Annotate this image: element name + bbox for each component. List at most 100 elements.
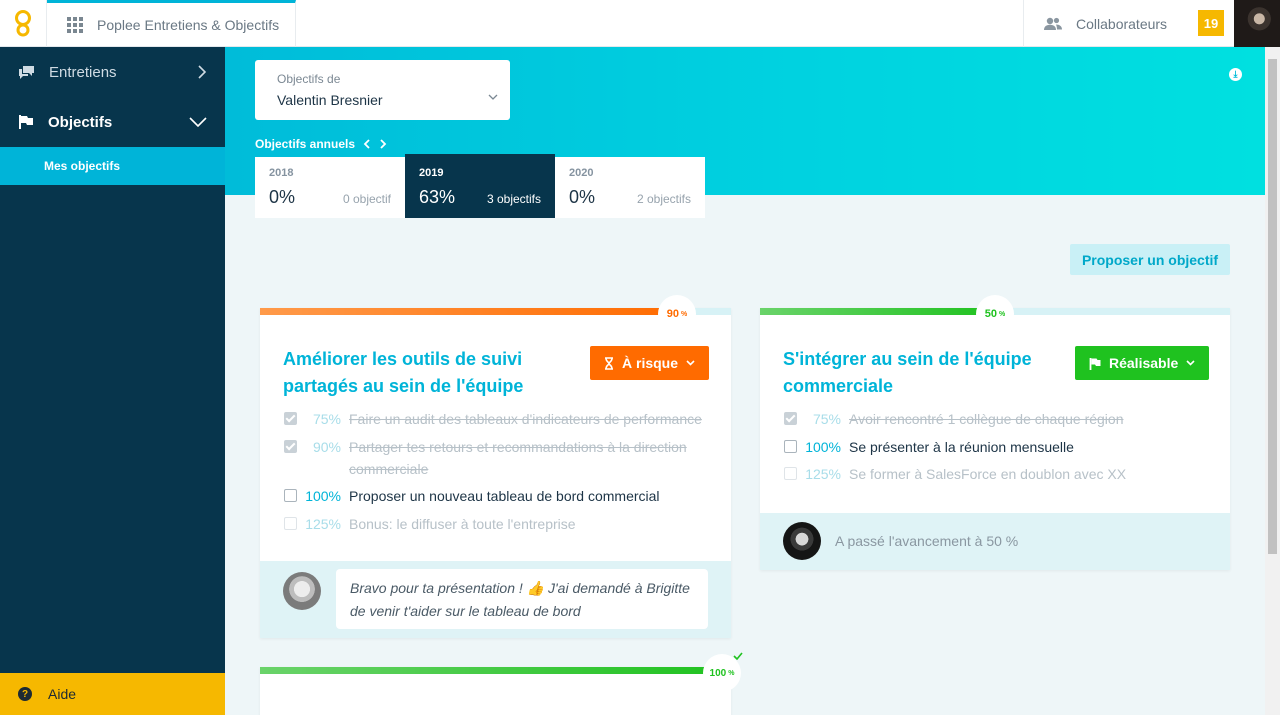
key-result-text: Se former à SalesForce en doublon avec X…: [849, 466, 1127, 482]
progress-value: 50: [984, 308, 997, 320]
progress-value: 100: [709, 667, 727, 679]
chevron-down-icon: [189, 117, 207, 127]
sidebar-item-label: Entretiens: [49, 63, 117, 81]
user-avatar[interactable]: [1234, 0, 1280, 47]
key-result-target: 125%: [305, 516, 341, 532]
key-result-target: 125%: [805, 466, 841, 482]
scrollbar-thumb[interactable]: [1268, 59, 1277, 554]
year-percentage: 0%: [269, 187, 296, 207]
activity-section: A passé l'avancement à 50 %: [760, 513, 1230, 570]
sidebar: Entretiens Objectifs Mes objectifs ? Aid…: [0, 47, 225, 715]
check-icon: [733, 652, 743, 660]
year-percentage: 0%: [569, 187, 596, 207]
status-label: Réalisable: [1109, 355, 1179, 371]
actor-avatar: [783, 522, 821, 560]
key-result-text: Partager tes retours et recommandations …: [349, 436, 687, 480]
title-line: Améliorer les outils de suivi: [283, 349, 523, 369]
sidebar-item-label: Objectifs: [48, 113, 113, 131]
title-line: S'intégrer au sein de l'équipe: [783, 349, 1032, 369]
key-result-checkbox[interactable]: [284, 517, 297, 530]
chevron-right-icon: [198, 65, 207, 79]
key-result-checkbox[interactable]: [784, 412, 797, 425]
chevron-down-icon: [686, 360, 695, 366]
progress-value: 90: [666, 308, 679, 320]
apps-grid-icon: [67, 17, 83, 33]
year-tab-2018[interactable]: 2018 0% 0 objectif: [255, 157, 405, 218]
comment-text: de venir t'aider sur le tableau de bord: [350, 603, 581, 619]
year-label: 2019: [419, 167, 444, 179]
poplee-logo[interactable]: [0, 0, 47, 47]
year-count: 3 objectifs: [486, 192, 541, 206]
collaborators-link[interactable]: Collaborateurs: [1023, 0, 1197, 47]
scrollbar[interactable]: [1265, 47, 1280, 715]
chevron-right-icon[interactable]: [379, 139, 387, 149]
key-result-target: 75%: [812, 411, 841, 427]
year-label: 2018: [269, 167, 294, 179]
commenter-avatar: [283, 572, 321, 610]
collaborators-label: Collaborateurs: [1076, 15, 1168, 32]
help-icon: ?: [18, 687, 32, 701]
key-result-checkbox[interactable]: [284, 412, 297, 425]
hourglass-icon: [605, 356, 613, 370]
top-bar: Poplee Entretiens & Objectifs Collaborat…: [0, 0, 1280, 47]
objective-title[interactable]: Améliorer les outils de suivi partagés a…: [283, 346, 573, 400]
year-selector: 2018 0% 0 objectif 2019 63% 3 objectifs …: [255, 154, 705, 218]
activity-text: A passé l'avancement à 50 %: [835, 533, 1019, 549]
key-result: 75% Faire un audit des tableaux d'indica…: [284, 408, 711, 430]
users-icon: [1044, 17, 1062, 30]
comment-section: Bravo pour ta présentation ! 👍 J'ai dema…: [260, 561, 731, 638]
title-line: commerciale: [783, 376, 894, 396]
key-result-text-line: Partager tes retours et recommandations …: [349, 439, 687, 455]
chevron-left-icon[interactable]: [363, 139, 371, 149]
key-result-checkbox[interactable]: [284, 440, 297, 453]
key-result-checkbox[interactable]: [284, 489, 297, 502]
progress-percentage: 90%: [658, 295, 696, 333]
progress-percentage: 50%: [976, 295, 1014, 333]
objective-card[interactable]: 100%: [260, 654, 741, 715]
owner-select[interactable]: Objectifs de Valentin Bresnier: [255, 60, 510, 120]
title-line: partagés au sein de l'équipe: [283, 376, 524, 396]
key-result: 100% Proposer un nouveau tableau de bord…: [284, 485, 711, 507]
key-result: 125% Se former à SalesForce en doublon a…: [784, 463, 1210, 485]
key-result: 90% Partager tes retours et recommandati…: [284, 436, 711, 480]
objective-card[interactable]: 50% S'intégrer au sein de l'équipe comme…: [760, 295, 1230, 570]
sidebar-item-objectifs[interactable]: Objectifs: [0, 97, 225, 147]
sidebar-item-entretiens[interactable]: Entretiens: [0, 47, 225, 97]
annual-label-text: Objectifs annuels: [255, 137, 356, 151]
key-result: 75% Avoir rencontré 1 collègue de chaque…: [784, 408, 1210, 430]
app-title: Poplee Entretiens & Objectifs: [97, 17, 280, 33]
key-result-target: 100%: [805, 439, 841, 455]
key-result-target: 90%: [312, 439, 341, 455]
chevron-down-icon: [1186, 360, 1195, 366]
propose-objective-button[interactable]: Proposer un objectif: [1070, 244, 1230, 275]
key-result-checkbox[interactable]: [784, 467, 797, 480]
help-button[interactable]: ? Aide: [0, 673, 225, 715]
progress-bar: [260, 667, 731, 674]
objective-title[interactable]: S'intégrer au sein de l'équipe commercia…: [783, 346, 1073, 400]
owner-select-label: Objectifs de: [277, 72, 341, 86]
key-result: 125% Bonus: le diffuser à toute l'entrep…: [284, 513, 711, 535]
progress-track: [260, 667, 731, 674]
key-result-checkbox[interactable]: [784, 440, 797, 453]
year-label: 2020: [569, 167, 594, 179]
status-dropdown[interactable]: À risque: [590, 346, 710, 380]
progress-bar: [260, 308, 684, 315]
objective-card[interactable]: 90% Améliorer les outils de suivi partag…: [260, 295, 731, 638]
logo-icon: [15, 9, 31, 36]
notification-badge[interactable]: 19: [1198, 10, 1224, 36]
year-count: 0 objectif: [342, 192, 391, 206]
status-dropdown[interactable]: Réalisable: [1075, 346, 1210, 380]
key-result: 100% Se présenter à la réunion mensuelle: [784, 436, 1210, 458]
key-result-text: Bonus: le diffuser à toute l'entreprise: [349, 516, 576, 532]
year-tab-2020[interactable]: 2020 0% 2 objectifs: [555, 157, 705, 218]
sidebar-subitem-mes-objectifs[interactable]: Mes objectifs: [0, 147, 225, 185]
app-switcher[interactable]: Poplee Entretiens & Objectifs: [47, 0, 296, 47]
comment-text: Bravo pour ta présentation ! 👍 J'ai dema…: [350, 580, 690, 596]
key-result-target: 75%: [312, 411, 341, 427]
chevron-down-icon: [488, 94, 498, 100]
year-tab-2019[interactable]: 2019 63% 3 objectifs: [405, 154, 555, 218]
download-icon[interactable]: ⤓: [1229, 68, 1242, 81]
key-result-text: Avoir rencontré 1 collègue de chaque rég…: [849, 411, 1124, 427]
key-result-text: Proposer un nouveau tableau de bord comm…: [349, 488, 660, 504]
year-count: 2 objectifs: [636, 192, 691, 206]
